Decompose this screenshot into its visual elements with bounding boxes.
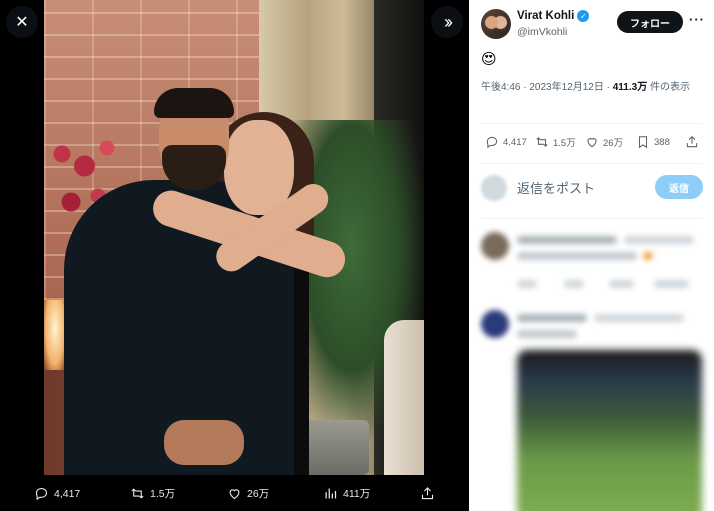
- reply-icon: [486, 136, 498, 149]
- more-options-button[interactable]: ···: [689, 12, 705, 27]
- media-like-button[interactable]: 26万: [227, 486, 269, 501]
- chair: [384, 320, 424, 475]
- current-user-avatar: [481, 175, 507, 201]
- like-count: 26万: [603, 138, 624, 149]
- share-icon: [421, 487, 434, 500]
- reply-line: [654, 280, 689, 288]
- tweet-text: 😍: [481, 51, 497, 68]
- reply-line: [517, 280, 537, 288]
- divider: [481, 218, 702, 219]
- media-repost-button[interactable]: 1.5万: [130, 486, 175, 501]
- bookmark-icon: [638, 136, 648, 149]
- tweet-timestamp[interactable]: 午後4:46 · 2023年12月12日 ·: [481, 82, 613, 93]
- reply-line: [517, 330, 577, 338]
- reply-line: [564, 280, 584, 288]
- media-viewer: ✕ ›› 4,417 1.5万 26万 411万: [0, 0, 469, 511]
- verified-badge-icon: ✓: [577, 10, 590, 22]
- tweet-meta: 午後4:46 · 2023年12月12日 · 411.3万 件の表示: [481, 80, 706, 96]
- avatar[interactable]: [481, 9, 511, 39]
- tweet-stats-bar: 4,417 1.5万 26万 388: [481, 133, 706, 153]
- media-reply-button[interactable]: 4,417: [34, 486, 80, 501]
- bookmark-count: 388: [654, 136, 670, 148]
- reply-input[interactable]: 返信をポスト: [517, 178, 595, 197]
- views-icon: [325, 488, 337, 499]
- close-icon: ✕: [15, 14, 29, 31]
- author-handle[interactable]: @imVkohli: [517, 26, 567, 38]
- view-count-suffix: 件の表示: [647, 82, 690, 93]
- like-button[interactable]: 26万: [585, 135, 623, 149]
- media-repost-count: 1.5万: [150, 488, 176, 500]
- reply-button[interactable]: 4,417: [485, 135, 527, 149]
- divider: [481, 123, 702, 124]
- media-action-bar: 4,417 1.5万 26万 411万: [0, 476, 469, 511]
- chevron-double-right-icon: ››: [444, 11, 453, 32]
- heart-icon: [229, 489, 240, 500]
- share-button[interactable]: [685, 135, 699, 149]
- divider: [481, 163, 702, 164]
- reply-avatar: [481, 310, 509, 338]
- media-like-count: 26万: [247, 488, 270, 500]
- reply-composer: 返信をポスト 返信: [481, 172, 706, 204]
- close-button[interactable]: ✕: [6, 6, 38, 38]
- reply-line: [594, 314, 684, 322]
- share-icon: [686, 136, 698, 148]
- view-count: 411.3万: [612, 82, 648, 93]
- reply-line: [624, 236, 694, 244]
- expand-panel-button[interactable]: ››: [431, 6, 463, 38]
- media-views-count: 411万: [343, 488, 371, 500]
- reply-avatar: [481, 232, 509, 260]
- media-views-button[interactable]: 411万: [323, 486, 370, 501]
- follow-button[interactable]: フォロー: [617, 11, 683, 33]
- repost-count: 1.5万: [553, 138, 576, 149]
- repost-icon: [131, 488, 144, 499]
- tweet-photo[interactable]: [44, 0, 424, 475]
- reply-count: 4,417: [503, 136, 527, 148]
- heart-icon: [587, 138, 597, 148]
- bookmark-button[interactable]: 388: [636, 135, 670, 149]
- reply-line: [517, 236, 617, 244]
- reply-line: [609, 280, 634, 288]
- reply-icon: [35, 487, 48, 501]
- reply-line: [643, 252, 653, 260]
- author-name-row[interactable]: Virat Kohli ✓: [517, 10, 590, 22]
- repost-button[interactable]: 1.5万: [535, 135, 576, 149]
- media-reply-count: 4,417: [54, 487, 81, 500]
- reply-submit-button[interactable]: 返信: [655, 175, 703, 199]
- reply-video: [517, 350, 702, 511]
- clasped-hands: [164, 420, 244, 465]
- author-name: Virat Kohli: [517, 10, 575, 22]
- media-share-button[interactable]: [420, 486, 435, 501]
- man-hair: [154, 88, 234, 118]
- reply-line: [517, 314, 587, 322]
- reply-line: [517, 252, 637, 260]
- lamp: [44, 300, 66, 370]
- tweet-panel: Virat Kohli ✓ @imVkohli フォロー ··· 😍 午後4:4…: [469, 0, 714, 511]
- repost-icon: [536, 137, 548, 147]
